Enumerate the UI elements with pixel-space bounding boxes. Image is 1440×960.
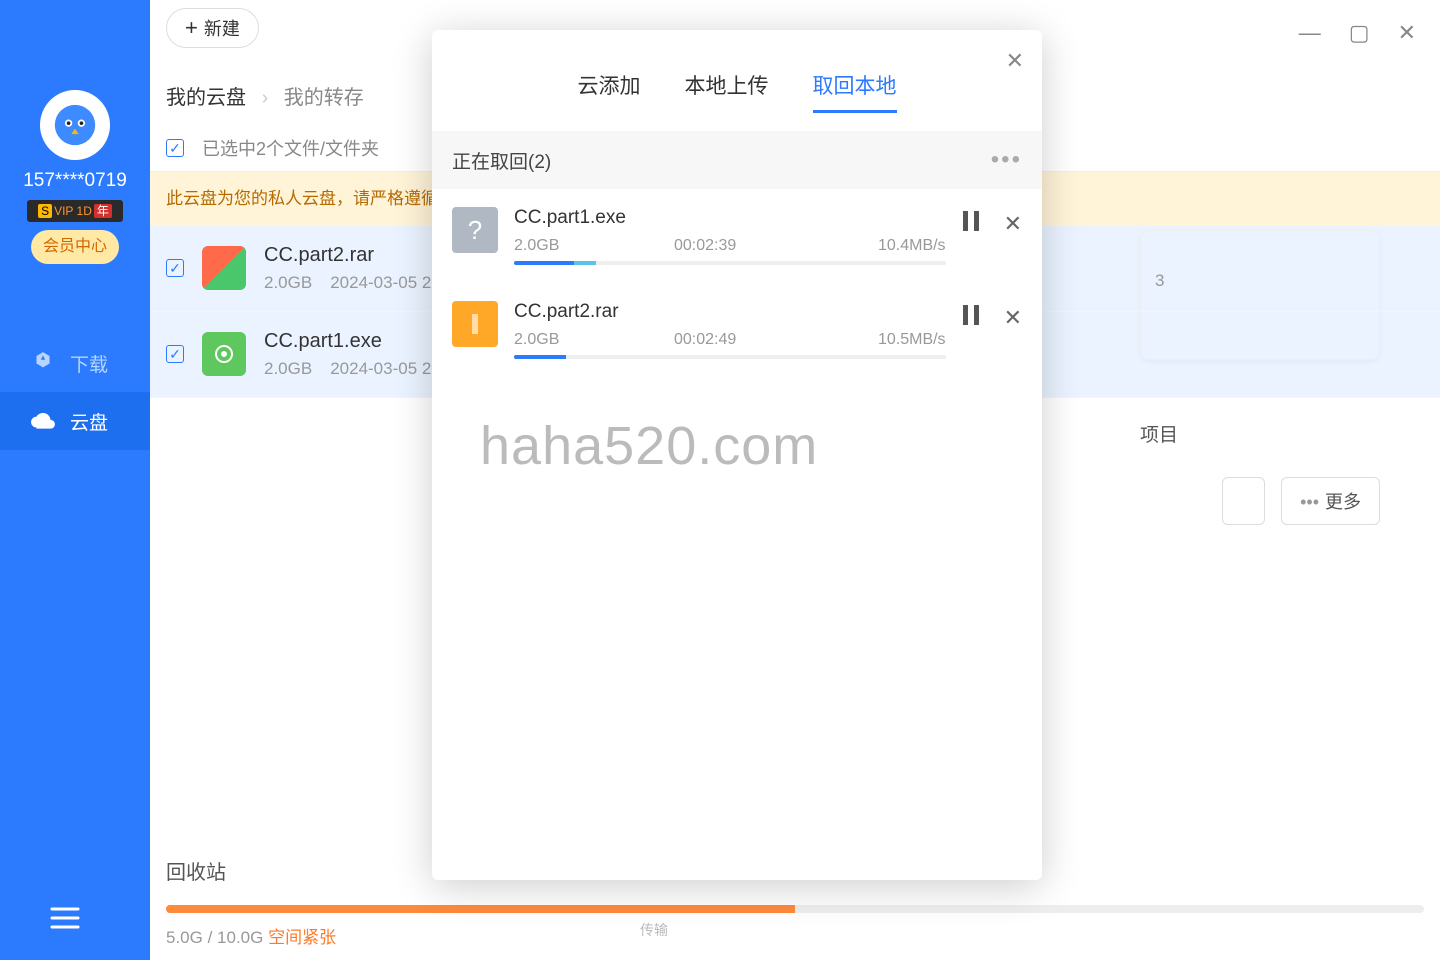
task-row: ? CC.part1.exe 2.0GB 00:02:39 10.4MB/s ✕ [432, 189, 1042, 283]
sidebar-item-label: 下载 [70, 350, 108, 377]
task-name: CC.part1.exe [514, 207, 946, 229]
pause-icon[interactable] [962, 305, 980, 331]
dialog-close-icon[interactable]: ✕ [1006, 48, 1024, 74]
task-name: CC.part2.rar [514, 301, 946, 323]
bird-avatar-icon [53, 103, 97, 147]
cancel-task-icon[interactable]: ✕ [1004, 305, 1022, 331]
minimize-icon[interactable]: — [1299, 20, 1321, 46]
tab-retrieve-local[interactable]: 取回本地 [813, 70, 897, 113]
rar-file-icon [202, 246, 246, 290]
select-all-checkbox[interactable]: ✓ [166, 139, 184, 157]
cancel-task-icon[interactable]: ✕ [1004, 211, 1022, 237]
username: 157****0719 [0, 170, 150, 192]
dialog-tabs: 云添加 本地上传 取回本地 [432, 30, 1042, 131]
task-progress-bar [514, 261, 946, 265]
new-button[interactable]: +新建 [166, 8, 259, 48]
file-meta: 2.0GB2024-03-05 2 [264, 273, 449, 293]
maximize-icon[interactable]: ▢ [1349, 20, 1370, 46]
task-speed: 10.5MB/s [824, 331, 946, 349]
file-checkbox[interactable]: ✓ [166, 345, 184, 363]
dots-icon: ••• [1300, 492, 1319, 512]
right-panel: 3 项目 •••更多 [1140, 230, 1380, 525]
task-time: 00:02:49 [674, 331, 824, 349]
file-checkbox[interactable]: ✓ [166, 259, 184, 277]
file-meta: 2.0GB2024-03-05 2 [264, 359, 449, 379]
avatar[interactable] [40, 90, 110, 160]
bottom-tab-label[interactable]: 传输 [640, 920, 668, 940]
member-center-button[interactable]: 会员中心 [31, 230, 119, 264]
hamburger-menu-icon[interactable] [50, 906, 80, 935]
storage-warning: 空间紧张 [268, 928, 336, 947]
more-button[interactable]: •••更多 [1281, 477, 1380, 525]
storage-progress-bar [166, 905, 1424, 913]
unknown-file-icon: ? [452, 207, 498, 253]
sidebar-item-download[interactable]: 下载 [0, 334, 150, 392]
tab-local-upload[interactable]: 本地上传 [685, 70, 769, 113]
sidebar-item-label: 云盘 [70, 408, 108, 435]
breadcrumb-current: 我的转存 [284, 87, 364, 109]
task-size: 2.0GB [514, 331, 674, 349]
task-header-label: 正在取回(2) [452, 147, 551, 174]
sidebar-item-cloud[interactable]: 云盘 [0, 392, 150, 450]
selected-count-label: 已选中2个文件/文件夹 [202, 135, 379, 161]
window-controls: — ▢ ✕ [1299, 20, 1416, 46]
task-size: 2.0GB [514, 237, 674, 255]
task-row: CC.part2.rar 2.0GB 00:02:49 10.5MB/s ✕ [432, 283, 1042, 377]
item-count-label: 项目 [1140, 420, 1380, 447]
file-name: CC.part1.exe [264, 330, 449, 353]
storage-text: 5.0G / 10.0G 空间紧张 [166, 923, 1424, 960]
tab-cloud-add[interactable]: 云添加 [578, 70, 641, 113]
task-speed: 10.4MB/s [824, 237, 946, 255]
task-list-header: 正在取回(2) ••• [432, 131, 1042, 189]
file-name: CC.part2.rar [264, 244, 449, 267]
pause-icon[interactable] [962, 211, 980, 237]
task-time: 00:02:39 [674, 237, 824, 255]
action-button[interactable] [1222, 477, 1265, 525]
task-progress-bar [514, 355, 946, 359]
chevron-right-icon: › [262, 87, 269, 109]
watermark-text: haha520.com [480, 415, 818, 477]
exe-file-icon [202, 332, 246, 376]
download-icon [30, 350, 56, 376]
vip-badge[interactable]: SVIP 1D年 [27, 200, 123, 222]
close-icon[interactable]: ✕ [1398, 20, 1416, 46]
sidebar-nav: 下载 云盘 [0, 334, 150, 450]
plus-icon: + [185, 15, 198, 41]
more-options-icon[interactable]: ••• [991, 146, 1022, 174]
preview-card: 3 [1140, 230, 1380, 360]
cloud-icon [30, 408, 56, 434]
rar-file-icon [452, 301, 498, 347]
sidebar: 157****0719 SVIP 1D年 会员中心 下载 云盘 [0, 0, 150, 960]
breadcrumb-root[interactable]: 我的云盘 [166, 87, 246, 109]
